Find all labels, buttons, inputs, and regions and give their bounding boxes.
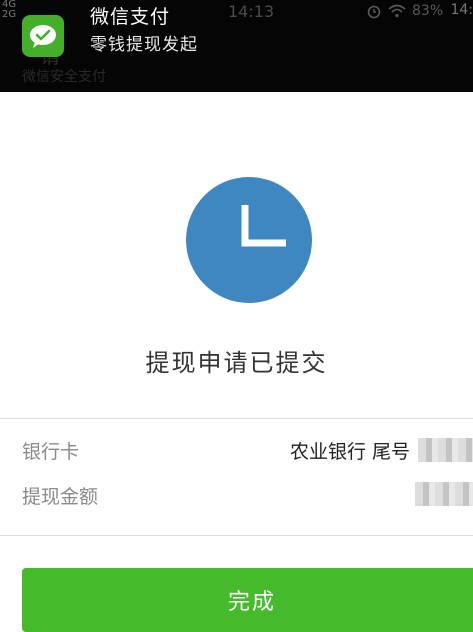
notification-banner[interactable]: 4G 2G 请 微信安全支付 14:13 83% 14: 微信支付 零钱提现发起 bbox=[0, 0, 473, 92]
status-time: 14:13 bbox=[228, 2, 275, 21]
status-icons: 83% bbox=[366, 2, 443, 20]
clock-icon bbox=[186, 177, 312, 303]
wifi-icon bbox=[388, 4, 406, 18]
notification-app-name: 微信支付 bbox=[90, 6, 171, 28]
done-button[interactable]: 完成 bbox=[22, 568, 473, 632]
signal-indicator: 4G 2G bbox=[2, 0, 16, 20]
alarm-icon bbox=[367, 5, 381, 19]
masked-amount bbox=[415, 482, 473, 506]
notification-message: 零钱提现发起 bbox=[90, 35, 198, 55]
signal-label-bottom: 2G bbox=[2, 9, 17, 20]
bank-card-label: 银行卡 bbox=[22, 441, 80, 463]
battery-percent: 83% bbox=[412, 3, 444, 19]
background-page-subtitle: 微信安全支付 bbox=[22, 69, 106, 85]
status-time-edge: 14: bbox=[450, 2, 473, 18]
withdraw-amount-label: 提现金额 bbox=[22, 486, 99, 508]
bank-card-value: 农业银行 尾号 bbox=[290, 441, 411, 463]
result-title: 提现申请已提交 bbox=[145, 349, 328, 377]
divider-top bbox=[0, 418, 473, 419]
wechat-icon bbox=[22, 15, 64, 57]
divider-bottom bbox=[0, 535, 473, 536]
masked-card-number bbox=[418, 438, 473, 462]
